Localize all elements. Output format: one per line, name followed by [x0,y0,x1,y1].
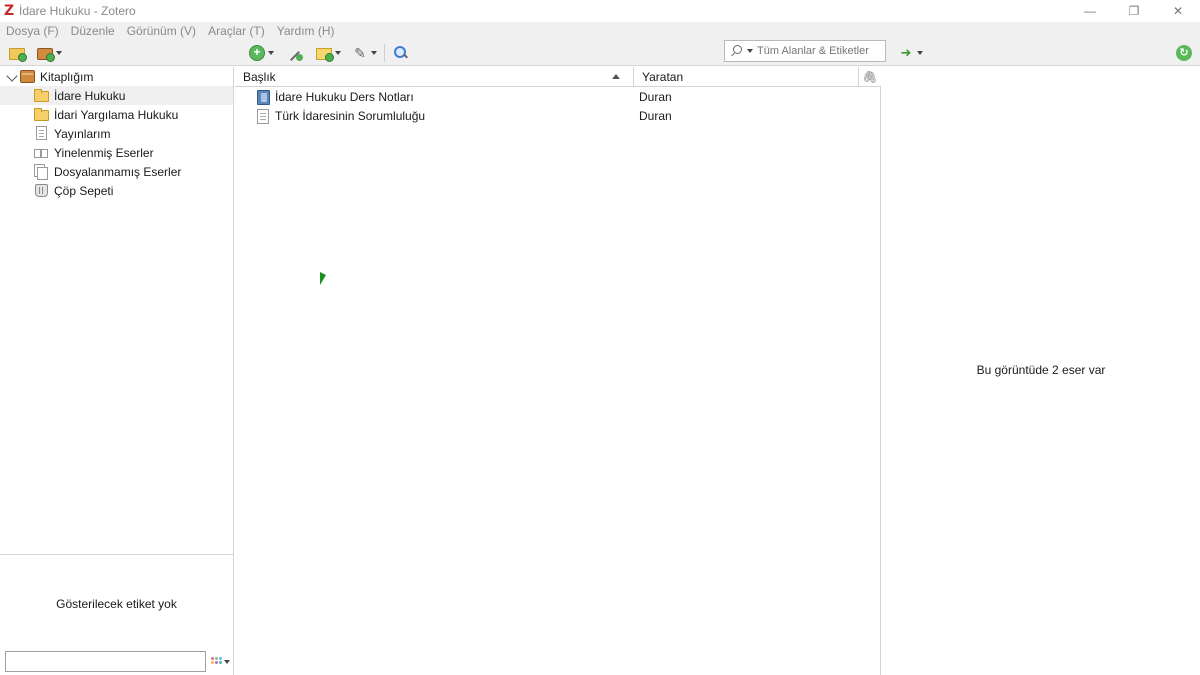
chevron-down-icon [56,51,62,55]
chevron-down-icon [268,51,274,55]
tree-item-idari-yargilama[interactable]: İdari Yargılama Hukuku [0,105,233,124]
item-creator: Duran [639,90,672,104]
item-creator: Duran [639,109,672,123]
tag-actions-button[interactable] [211,656,233,668]
advanced-search-icon [393,45,409,61]
folder-icon [34,108,49,121]
menu-view[interactable]: Görünüm (V) [121,22,202,40]
tag-filter-input[interactable] [5,651,206,672]
locate-arrow-icon: ➜ [900,45,912,60]
menu-help[interactable]: Yardım (H) [271,22,341,40]
search-icon [731,45,743,57]
paperclip-icon: 🖇 [862,69,878,84]
search-box[interactable] [724,40,886,62]
title-bar: Z İdare Hukuku - Zotero — ❐ ✕ [0,0,1200,22]
document-icon [36,126,47,140]
tree-item-label: Yinelenmiş Eserler [54,146,154,160]
mouse-cursor-icon [320,272,326,285]
paperclip-icon: ✎ [354,45,366,61]
tree-item-my-library[interactable]: Kitaplığım [0,67,233,86]
window-controls: — ❐ ✕ [1068,0,1200,22]
trash-icon [35,184,48,197]
item-title: İdare Hukuku Ders Notları [275,90,414,104]
chevron-down-icon [335,51,341,55]
tag-empty-message: Gösterilecek etiket yok [56,597,177,611]
toolbar: + ✎ ➜ ↻ [0,40,1200,66]
tree-item-unfiled[interactable]: Dosyalanmamış Eserler [0,162,233,181]
new-library-button[interactable] [37,43,62,63]
new-note-button[interactable] [316,43,341,63]
tree-item-label: Kitaplığım [40,70,94,84]
tree-item-idare-hukuku[interactable]: İdare Hukuku [0,86,233,105]
table-row[interactable]: Türk İdaresinin Sorumluluğu Duran [235,107,881,126]
tree-item-trash[interactable]: Çöp Sepeti [0,181,233,200]
collections-pane: Kitaplığım İdare Hukuku İdari Yargılama … [0,67,234,675]
add-by-identifier-icon [287,45,303,61]
unfiled-icon [34,164,48,180]
chevron-down-icon [917,51,923,55]
items-pane: Başlık Yaratan 🖇 İdare Hukuku Ders Notla… [235,67,881,675]
new-collection-icon [9,48,27,62]
chevron-down-icon[interactable] [6,70,18,82]
folder-icon [34,89,49,102]
book-icon [257,90,270,105]
new-item-icon: + [249,45,265,61]
column-header-title[interactable]: Başlık [235,67,634,87]
tree-item-label: Yayınlarım [54,127,111,141]
new-library-icon [37,48,55,62]
menu-tools[interactable]: Araçlar (T) [202,22,271,40]
close-button[interactable]: ✕ [1156,0,1200,22]
new-item-button[interactable]: + [249,43,274,63]
add-attachment-button[interactable]: ✎ [352,43,377,63]
column-header-attachments[interactable]: 🖇 [859,67,881,87]
column-header-creator[interactable]: Yaratan [634,67,859,87]
item-count-message: Bu görüntüde 2 eser var [976,363,1106,377]
column-title-label: Başlık [243,69,276,84]
locate-button[interactable]: ➜ [898,43,923,63]
window-title: İdare Hukuku - Zotero [19,4,136,18]
menu-file[interactable]: Dosya (F) [0,22,65,40]
search-input[interactable] [757,45,881,57]
zotero-logo-icon: Z [4,3,15,19]
library-icon [20,70,35,83]
table-row[interactable]: İdare Hukuku Ders Notları Duran [235,88,881,107]
sync-button[interactable]: ↻ [1176,43,1192,63]
search-mode-chevron-icon[interactable] [747,49,753,53]
column-creator-label: Yaratan [642,69,684,84]
tree-item-label: İdare Hukuku [54,89,126,103]
advanced-search-button[interactable] [393,43,409,63]
menu-edit[interactable]: Düzenle [65,22,121,40]
sort-ascending-icon [612,74,620,79]
new-note-icon [316,48,334,62]
duplicates-icon [34,145,48,159]
item-pane: Bu görüntüde 2 eser var [882,67,1200,675]
add-by-identifier-button[interactable] [287,43,303,63]
document-icon [257,109,269,124]
minimize-button[interactable]: — [1068,0,1112,22]
tree-item-my-publications[interactable]: Yayınlarım [0,124,233,143]
sync-icon: ↻ [1176,45,1192,61]
toolbar-divider [384,44,385,62]
menu-bar: Dosya (F) Düzenle Görünüm (V) Araçlar (T… [0,22,1200,40]
item-title: Türk İdaresinin Sorumluluğu [275,109,426,123]
chevron-down-icon [224,660,230,664]
tag-colors-icon [211,657,222,667]
restore-button[interactable]: ❐ [1112,0,1156,22]
tag-selector-divider[interactable] [0,554,233,555]
tree-item-duplicates[interactable]: Yinelenmiş Eserler [0,143,233,162]
tree-item-label: Dosyalanmamış Eserler [54,165,182,179]
new-collection-button[interactable] [9,43,27,63]
chevron-down-icon [371,51,377,55]
tree-item-label: Çöp Sepeti [54,184,114,198]
tree-item-label: İdari Yargılama Hukuku [54,108,179,122]
